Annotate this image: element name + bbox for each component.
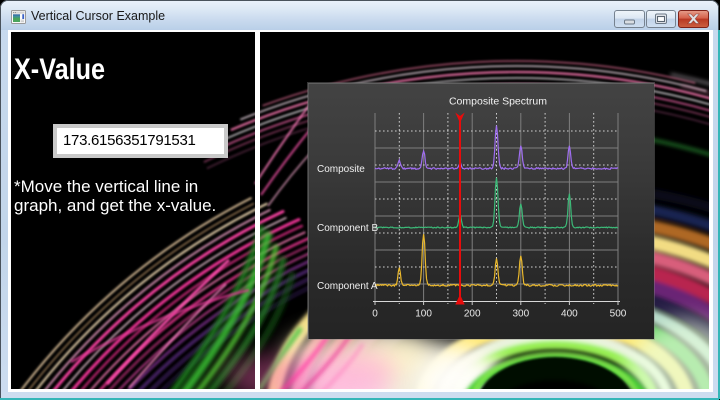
svg-text:100: 100 — [415, 309, 432, 320]
svg-text:Component B: Component B — [317, 223, 378, 234]
svg-text:200: 200 — [464, 309, 481, 320]
svg-text:500: 500 — [610, 309, 627, 320]
svg-text:0: 0 — [372, 309, 378, 320]
svg-text:Composite: Composite — [317, 164, 365, 175]
svg-text:Component A: Component A — [317, 281, 378, 292]
svg-text:Composite Spectrum: Composite Spectrum — [449, 96, 547, 108]
svg-text:400: 400 — [561, 309, 578, 320]
svg-text:300: 300 — [512, 309, 529, 320]
